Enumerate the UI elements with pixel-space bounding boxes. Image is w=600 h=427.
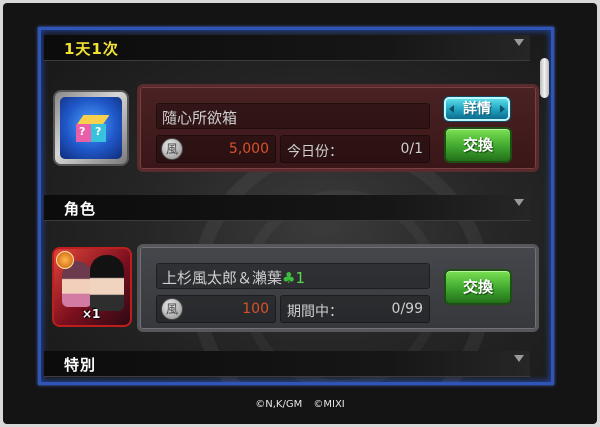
- section-header-daily[interactable]: 1天1次: [44, 35, 530, 61]
- arrow-right-icon: [500, 105, 505, 113]
- item-cost: 100: [242, 301, 269, 317]
- collapse-arrow-icon[interactable]: [514, 355, 524, 362]
- item-name-count: 1: [295, 269, 306, 287]
- exchange-button[interactable]: 交換: [444, 269, 512, 305]
- scrollbar-thumb[interactable]: [540, 58, 549, 98]
- character-portrait-icon: ×1: [52, 247, 132, 327]
- item-card-mystery-box: 隨心所欲箱 風 5,000 今日份： 0/1 詳情 交換: [137, 84, 539, 172]
- item-name: 上杉風太郎＆瀨葉♣1: [162, 267, 305, 288]
- item-limit-box: 期間中： 0/99: [280, 295, 430, 323]
- element-badge-icon: [56, 251, 74, 269]
- item-limit-label: 今日份：: [287, 144, 343, 160]
- item-limit-value: 0/1: [400, 141, 423, 157]
- collapse-arrow-icon[interactable]: [514, 39, 524, 46]
- item-cost-box: 風 100: [156, 295, 276, 323]
- section-header-special[interactable]: 特別: [44, 351, 530, 377]
- item-limit-label: 期間中：: [287, 304, 343, 320]
- arrow-left-icon: [449, 105, 454, 113]
- item-name: 隨心所欲箱: [162, 109, 238, 127]
- copyright-text: ©N,K/GM ©MIXI: [255, 399, 345, 410]
- item-cost-box: 風 5,000: [156, 135, 276, 163]
- item-card-character: 上杉風太郎＆瀨葉♣1 風 100 期間中： 0/99 交換: [137, 244, 539, 332]
- section-label: 特別: [64, 356, 97, 374]
- detail-button-label: 詳情: [463, 101, 491, 117]
- mystery-box-icon: ? ?: [53, 90, 129, 166]
- section-header-character[interactable]: 角色: [44, 195, 530, 221]
- section-label: 1天1次: [64, 40, 119, 58]
- currency-coin-icon: 風: [161, 138, 183, 160]
- item-name-box: 上杉風太郎＆瀨葉♣1: [156, 263, 430, 289]
- item-name-box: 隨心所欲箱: [156, 103, 430, 129]
- exchange-button[interactable]: 交換: [444, 127, 512, 163]
- shop-panel: 1天1次 ? ? 隨心所欲箱 風 5,000 今日份： 0/1 詳情 交換 角色…: [38, 27, 554, 385]
- detail-button[interactable]: 詳情: [444, 97, 510, 121]
- clover-icon: ♣: [282, 269, 296, 287]
- collapse-arrow-icon[interactable]: [514, 199, 524, 206]
- item-cost: 5,000: [228, 141, 269, 157]
- character-quantity: ×1: [82, 307, 101, 321]
- currency-coin-icon: 風: [161, 298, 183, 320]
- item-name-text: 上杉風太郎＆瀨葉: [162, 269, 283, 287]
- section-label: 角色: [64, 200, 97, 218]
- item-limit-value: 0/99: [391, 301, 423, 317]
- item-limit-box: 今日份： 0/1: [280, 135, 430, 163]
